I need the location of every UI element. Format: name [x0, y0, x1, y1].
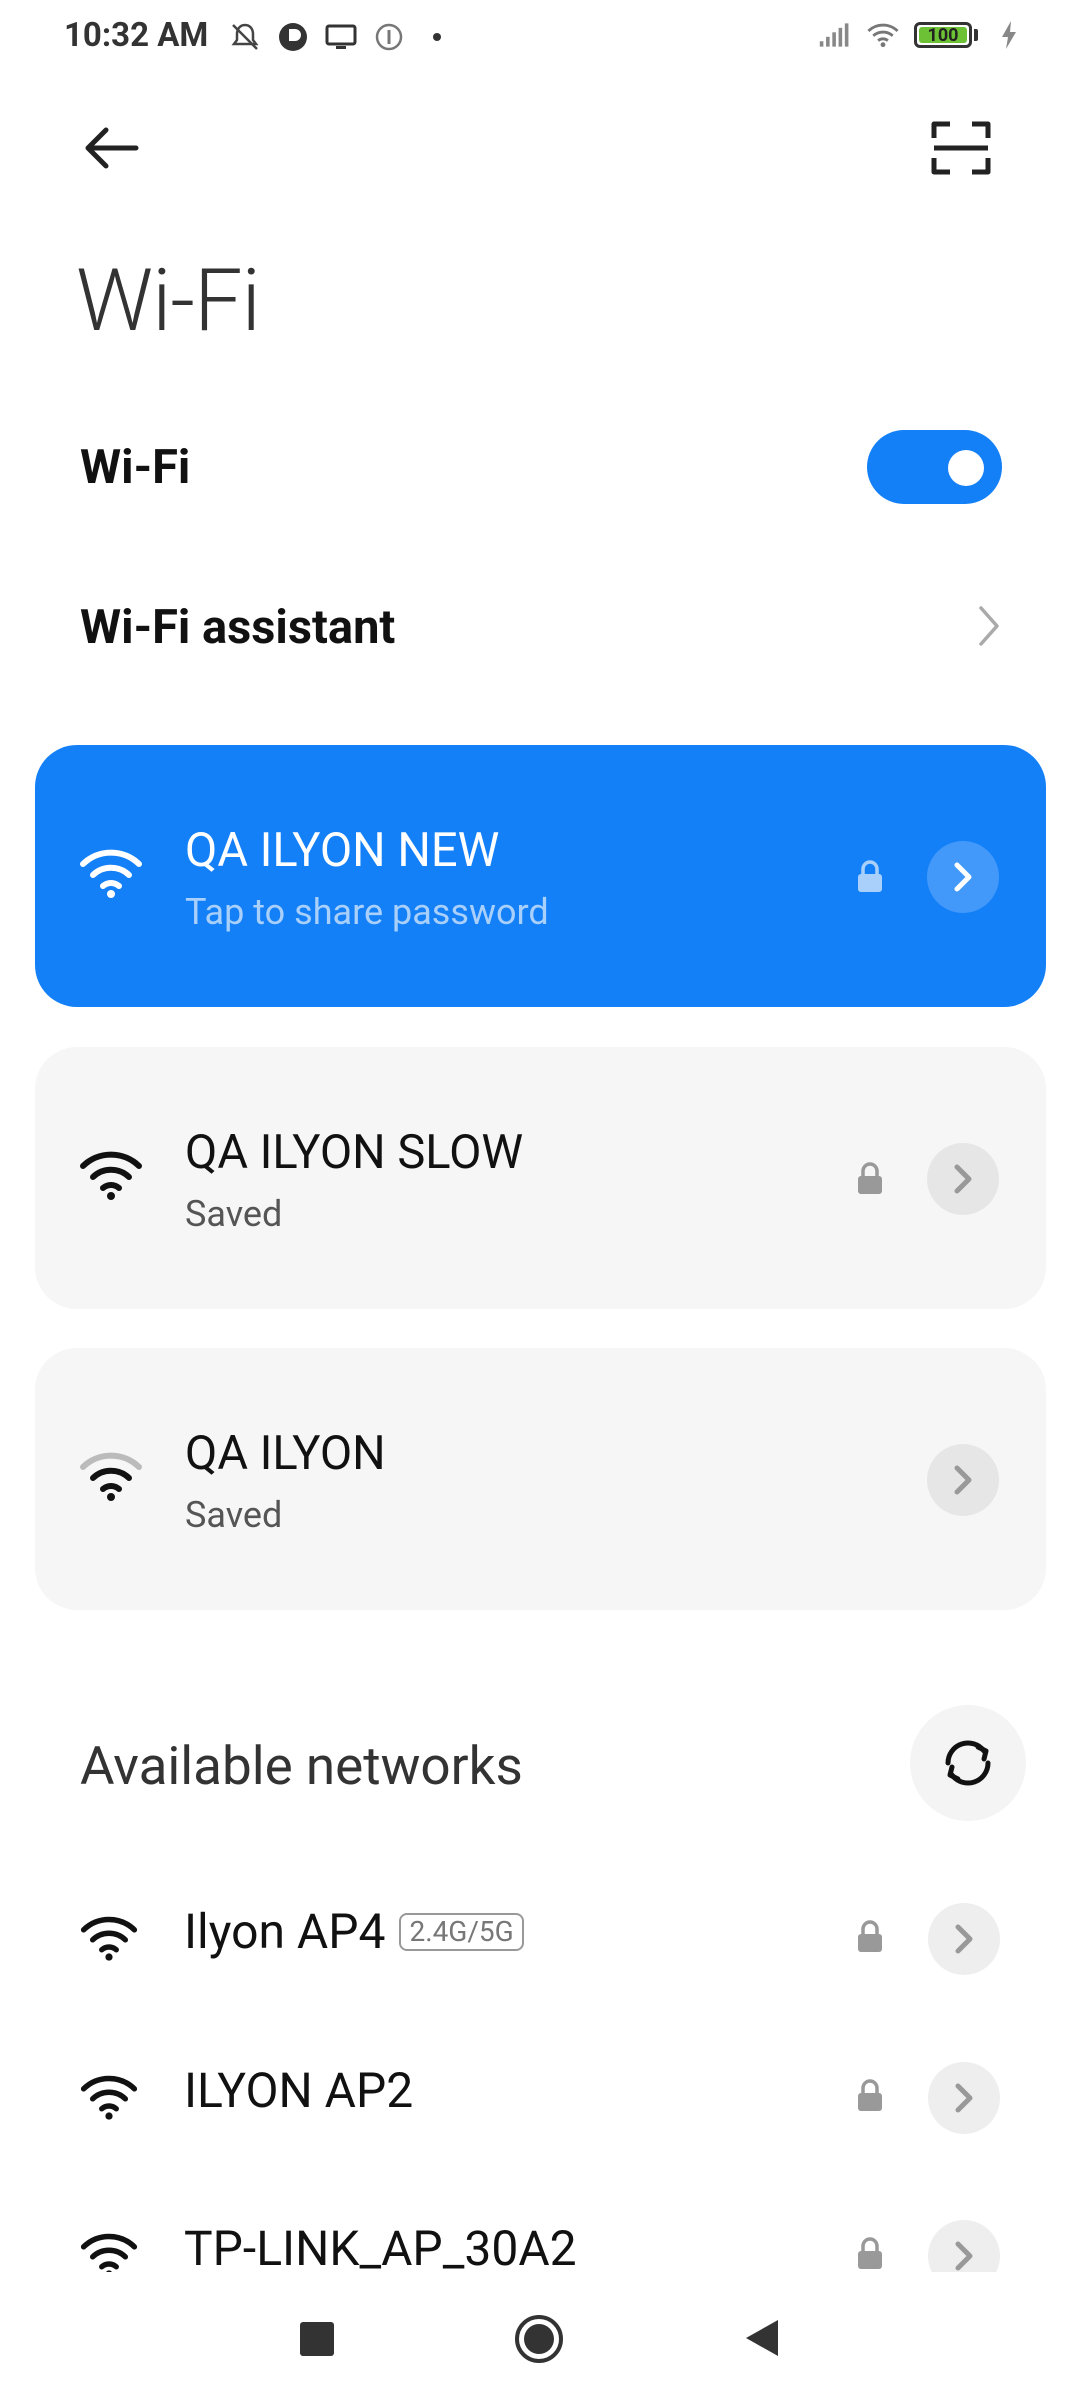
page-title: Wi-Fi — [76, 250, 261, 351]
lock-icon — [855, 1161, 885, 1197]
wifi-signal-icon — [79, 1148, 143, 1202]
battery-level: 100 — [927, 24, 959, 46]
network-status: Saved — [185, 1494, 283, 1536]
wifi-toggle-label: Wi-Fi — [80, 440, 191, 495]
lock-icon — [855, 2078, 885, 2114]
nav-back-button[interactable] — [742, 2316, 782, 2360]
network-list-item[interactable]: Ilyon AP4 2.4G/5G — [0, 1883, 1080, 2003]
chevron-right-icon — [955, 1924, 973, 1954]
screen-mirror-icon — [324, 20, 358, 54]
band-badge: 2.4G/5G — [399, 1912, 524, 1951]
signal-icon — [818, 18, 852, 52]
status-time: 10:32 AM — [64, 16, 209, 55]
dot-icon — [420, 20, 454, 54]
network-card-saved[interactable]: QA ILYON SLOW Saved — [35, 1047, 1046, 1309]
info-icon — [372, 20, 406, 54]
network-details-button[interactable] — [927, 1143, 999, 1215]
status-bar: 10:32 AM 100 — [0, 0, 1080, 80]
refresh-icon — [945, 1740, 991, 1786]
network-details-button[interactable] — [928, 1903, 1000, 1975]
back-button[interactable] — [76, 118, 148, 178]
chevron-right-icon — [955, 2241, 973, 2271]
chevron-right-icon — [955, 2083, 973, 2113]
charging-icon — [992, 18, 1026, 52]
back-arrow-icon — [76, 118, 148, 182]
lock-icon — [855, 2236, 885, 2272]
network-name: QA ILYON NEW — [185, 823, 500, 878]
chevron-right-icon — [954, 1465, 972, 1495]
chevron-right-icon — [954, 1164, 972, 1194]
network-details-button[interactable] — [928, 2062, 1000, 2134]
wifi-signal-icon — [79, 1449, 143, 1503]
notifications-off-icon — [228, 20, 262, 54]
refresh-button[interactable] — [910, 1705, 1026, 1821]
lock-icon — [855, 859, 885, 895]
network-status: Saved — [185, 1193, 283, 1235]
wifi-signal-icon — [80, 2072, 138, 2122]
recents-button[interactable] — [300, 2322, 334, 2356]
wifi-toggle[interactable] — [867, 430, 1002, 504]
back-triangle-icon — [746, 2320, 778, 2356]
wifi-status-icon — [866, 18, 900, 52]
app-icon — [276, 20, 310, 54]
available-networks-title: Available networks — [80, 1735, 523, 1797]
network-name: Ilyon AP4 — [184, 1903, 386, 1960]
scan-qr-button[interactable] — [928, 118, 994, 178]
network-name: QA ILYON SLOW — [185, 1125, 524, 1180]
navigation-bar — [0, 2300, 1080, 2400]
chevron-right-icon — [954, 862, 972, 892]
network-details-button[interactable] — [927, 1444, 999, 1516]
home-icon — [515, 2315, 563, 2363]
network-name: QA ILYON — [185, 1426, 386, 1481]
wifi-assistant-item[interactable]: Wi-Fi assistant — [80, 600, 395, 655]
chevron-right-icon — [975, 604, 1003, 648]
home-button[interactable] — [514, 2314, 564, 2364]
network-card-connected[interactable]: QA ILYON NEW Tap to share password — [35, 745, 1046, 1007]
wifi-signal-icon — [79, 846, 143, 900]
lock-icon — [855, 1919, 885, 1955]
network-card-saved[interactable]: QA ILYON Saved — [35, 1348, 1046, 1610]
network-name: TP-LINK_AP_30A2 — [184, 2220, 577, 2277]
toggle-knob — [948, 450, 984, 486]
network-status: Tap to share password — [185, 891, 549, 933]
network-list-item[interactable]: ILYON AP2 — [0, 2042, 1080, 2162]
network-name: ILYON AP2 — [184, 2062, 414, 2119]
battery-icon: 100 — [914, 22, 978, 48]
network-details-button[interactable] — [927, 841, 999, 913]
wifi-signal-icon — [80, 1913, 138, 1963]
scan-icon — [928, 118, 994, 182]
